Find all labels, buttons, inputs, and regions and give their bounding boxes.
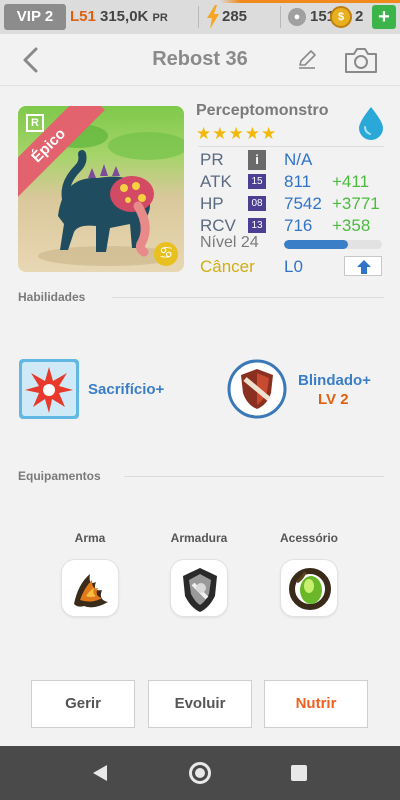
monster-name: Perceptomonstro — [196, 102, 329, 119]
stat-rank-badge: 13 — [248, 218, 266, 233]
sacrifice-skill-icon[interactable] — [19, 359, 79, 419]
coins-value: 2 — [355, 8, 364, 25]
stat-key: HP — [200, 194, 224, 213]
system-nav-bar — [0, 746, 400, 800]
skill-name-armored[interactable]: Blindado+ — [298, 372, 371, 389]
cancer-icon: ♋ — [154, 242, 178, 266]
manage-button[interactable]: Gerir — [31, 680, 135, 728]
stat-rank-badge: 08 — [248, 196, 266, 211]
monster-portrait[interactable]: Épico R ♋ — [18, 106, 184, 272]
armor-slot[interactable] — [170, 559, 228, 617]
app-screen: VIP 2 L51 315,0K PR 285 ● 151K $ 2 + Reb… — [0, 0, 400, 800]
nav-home-icon[interactable] — [189, 762, 211, 784]
water-drop-icon — [359, 107, 383, 140]
equipment-label-accessory: Acessório — [279, 531, 339, 545]
stat-key: PR — [200, 150, 224, 169]
stat-rank-badge: 15 — [248, 174, 266, 189]
nav-back-icon[interactable] — [90, 763, 110, 783]
loyalty-level: L0 — [284, 257, 303, 276]
arrow-up-icon — [357, 260, 371, 274]
armored-skill-icon[interactable] — [227, 359, 287, 419]
divider — [280, 6, 281, 28]
stat-bonus: +3771 — [332, 194, 380, 213]
page-title: Rebost 36 — [152, 48, 248, 70]
armor-icon — [183, 568, 217, 612]
weapon-icon — [74, 574, 108, 608]
energy-value: 285 — [222, 8, 248, 25]
equipment-section-heading: Equipamentos — [18, 469, 384, 483]
vip-badge[interactable]: VIP 2 — [4, 4, 66, 30]
stat-bonus: +411 — [332, 172, 370, 191]
stat-value: 716 — [284, 216, 313, 235]
divider — [112, 297, 384, 298]
feed-button[interactable]: Nutrir — [264, 680, 368, 728]
equipment-label-armor: Armadura — [170, 531, 228, 545]
paw-icon: ● — [288, 8, 306, 26]
divider — [198, 6, 199, 28]
power-unit: PR — [152, 12, 168, 24]
info-icon[interactable]: i — [248, 150, 266, 170]
camera-icon[interactable] — [344, 46, 378, 74]
nav-recent-apps-icon[interactable] — [291, 765, 307, 781]
top-accent-line — [0, 0, 400, 3]
power-value: 315,0K — [100, 8, 149, 25]
stat-bonus: +358 — [332, 216, 371, 235]
section-title: Habilidades — [18, 290, 86, 304]
weapon-slot[interactable] — [61, 559, 119, 617]
top-status-bar: VIP 2 L51 315,0K PR 285 ● 151K $ 2 + — [0, 0, 400, 34]
coin-icon: $ — [330, 6, 352, 28]
pencil-icon[interactable] — [296, 48, 318, 70]
upgrade-button[interactable] — [344, 256, 382, 276]
stat-value: 811 — [284, 172, 312, 191]
skills-section-heading: Habilidades — [18, 290, 384, 304]
energy-icon — [207, 5, 219, 29]
player-level: L51 — [70, 8, 96, 25]
page-header: Rebost 36 — [0, 34, 400, 86]
rarity-badge: R — [26, 114, 44, 132]
accessory-icon — [289, 568, 331, 610]
divider — [198, 146, 384, 147]
player-power: 315,0K PR — [100, 4, 168, 30]
stat-value: N/A — [284, 150, 313, 169]
equipment-label-weapon: Arma — [74, 531, 106, 545]
accessory-slot[interactable] — [280, 559, 338, 617]
add-coins-button[interactable]: + — [372, 5, 396, 29]
stat-key: ATK — [200, 172, 232, 191]
stat-value: 7542 — [284, 194, 322, 213]
divider — [124, 476, 384, 477]
skill-level: LV 2 — [318, 391, 349, 408]
level-label: Nível 24 — [200, 234, 259, 251]
level-progress-fill — [284, 240, 348, 249]
skill-name-sacrifice[interactable]: Sacrifício+ — [88, 381, 164, 398]
section-title: Equipamentos — [18, 469, 101, 483]
level-progress-bar — [284, 240, 382, 249]
star-rating: ★★★★★ — [196, 124, 278, 143]
sign-label: Câncer — [200, 257, 255, 276]
evolve-button[interactable]: Evoluir — [148, 680, 252, 728]
